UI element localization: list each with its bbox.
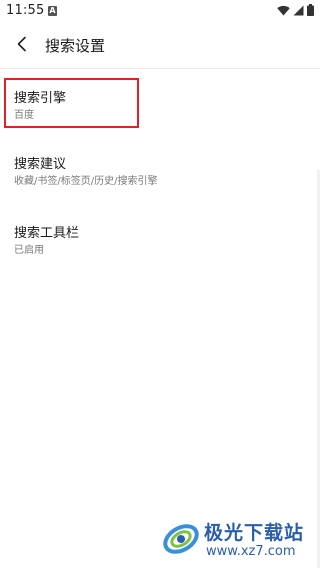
status-bar: 11:55 A [0,0,320,24]
setting-search-toolbar[interactable]: 搜索工具栏 已启用 [4,220,320,260]
setting-title: 搜索建议 [14,157,67,172]
watermark-url: www.xz7.com [206,544,296,559]
setting-subtitle: 收藏/书签/标签页/历史/搜索引擎 [14,176,158,187]
setting-search-suggestions[interactable]: 搜索建议 收藏/书签/标签页/历史/搜索引擎 [4,150,320,190]
status-icons [277,4,314,16]
setting-subtitle: 百度 [14,110,34,121]
setting-subtitle: 已启用 [14,245,44,256]
setting-title: 搜索工具栏 [14,226,80,241]
aurora-logo-icon [160,517,202,565]
battery-icon [307,4,314,16]
wifi-icon [277,5,290,16]
app-bar-divider [0,68,320,69]
app-bar: 搜索设置 [0,26,320,66]
signal-icon [293,5,304,16]
watermark: 极光下载站 www.xz7.com [160,515,320,565]
page-title: 搜索设置 [45,37,106,55]
watermark-name: 极光下载站 [204,522,305,544]
back-arrow-icon [16,36,28,56]
a-notification-icon: A [48,6,57,16]
status-time: 11:55 [6,3,45,18]
back-button[interactable] [10,34,34,58]
setting-search-engine[interactable]: 搜索引擎 百度 [4,78,320,128]
setting-title: 搜索引擎 [14,91,67,106]
